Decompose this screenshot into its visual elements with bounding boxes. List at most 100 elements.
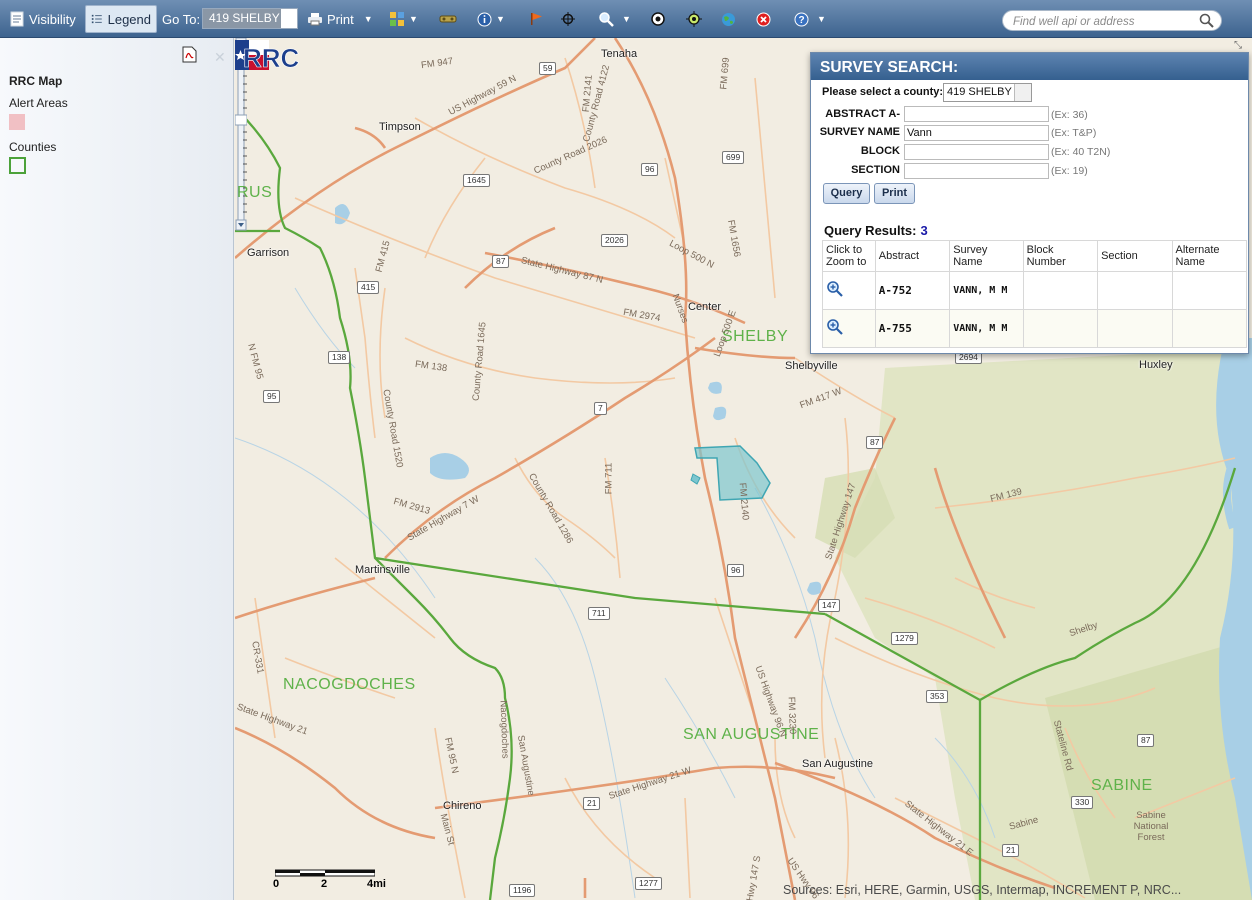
highway-shield: 711 [588,607,610,620]
locate-button[interactable] [686,5,702,33]
counties-swatch [9,157,26,174]
highway-shield: 95 [263,390,281,403]
print-label: Print [327,11,354,27]
county-prompt: Please select a county: [822,86,944,98]
goto-label: Go To: [162,11,201,27]
chevron-down-icon: ▼ [409,14,418,24]
survey-name-hint: (Ex: T&P) [1051,127,1097,139]
highway-shield: 96 [727,564,745,577]
county-label: SABINE [1091,777,1153,794]
chevron-down-icon: ▼ [496,14,505,24]
survey-search-panel: SURVEY SEARCH: Please select a county: 4… [810,52,1249,354]
abstract-cell: A-752 [874,271,951,310]
scale-label: 4mi [367,878,386,890]
town-label: San Augustine [802,758,873,770]
survey-name-cell: VANN, M M [949,309,1024,348]
pipeline-button[interactable] [439,5,457,33]
highway-shield: 138 [328,351,351,364]
legend-item-counties: Counties [9,140,57,154]
crosshair-button[interactable] [561,5,575,33]
legend-button[interactable]: Legend [85,5,157,33]
help-button[interactable]: ? ▼ [794,5,826,33]
town-label: Timpson [379,121,421,133]
highway-shield: 147 [818,599,841,612]
scale-label: 0 [273,878,280,890]
zoom-in-icon[interactable] [826,318,844,336]
scale-bar-graphic [275,869,375,877]
flag-button[interactable] [529,5,543,33]
section-field[interactable] [904,163,1049,179]
section-hint: (Ex: 19) [1051,165,1088,177]
alternate-name-cell [1171,271,1248,310]
svg-text:RRC: RRC [243,43,300,72]
basemap-button[interactable]: ▼ [389,5,418,33]
flag-icon [531,13,542,25]
svg-text:?: ? [798,15,804,26]
print-button[interactable]: Print ▼ [307,5,373,33]
pdf-icon[interactable] [181,46,198,63]
search-icon[interactable] [1199,13,1214,28]
globe-icon [722,12,735,26]
query-button[interactable]: Query [823,183,870,204]
globe-button[interactable] [721,5,736,33]
column-header: Block Number [1022,240,1099,272]
town-label: Center [688,301,722,313]
highway-shield: 87 [1137,734,1155,747]
section-cell [1097,271,1173,310]
goto-select[interactable]: 419 SHELBY [202,8,298,29]
resize-handle-icon[interactable]: ⤡ [1234,40,1242,51]
block-field[interactable] [904,144,1049,160]
forest-label: Sabine National Forest [1133,810,1169,843]
survey-name-cell: VANN, M M [949,271,1024,310]
print-survey-button[interactable]: Print [874,183,915,204]
info-icon [477,12,492,26]
magnifier-icon [599,12,614,27]
highway-shield: 1279 [891,632,918,645]
crosshair-icon [561,12,575,26]
block-cell [1022,271,1099,310]
chevron-down-icon: ▼ [363,14,373,24]
visibility-label: Visibility [29,11,76,27]
town-label: Chireno [443,800,482,812]
goto-value: 419 SHELBY [203,9,281,28]
section-cell [1097,309,1173,348]
identify-button[interactable]: ▼ [477,5,505,33]
pipeline-icon [439,15,457,23]
county-label: RUS [237,184,273,201]
clear-icon [756,12,771,26]
county-label: NACOGDOCHES [283,676,416,693]
section-label: SECTION [851,164,900,176]
printer-icon [308,13,322,26]
full-extent-button[interactable] [650,5,666,33]
abstract-field[interactable] [904,106,1049,122]
zoom-in-icon[interactable] [826,280,844,298]
county-value: 419 SHELBY [944,84,1014,101]
column-header: Survey Name [949,240,1024,272]
clear-button[interactable] [756,5,771,33]
zoom-to-cell [822,271,876,310]
zoom-tool-button[interactable]: ▼ [598,5,631,33]
map-attribution: Sources: Esri, HERE, Garmin, USGS, Inter… [783,883,1182,897]
legend-panel: ✕ RRC Map Alert Areas Counties [0,38,234,900]
county-select[interactable]: 419 SHELBY [943,83,1032,102]
help-icon: ? [794,12,809,26]
highway-shield: 21 [583,797,601,810]
gps-target-icon [686,11,702,27]
results-table: Click to Zoom to Abstract Survey Name Bl… [822,240,1248,348]
close-icon[interactable]: ✕ [214,49,226,66]
block-cell [1022,309,1099,348]
full-extent-icon [651,12,665,26]
zoom-to-cell [822,309,876,348]
scale-label: 2 [321,878,328,890]
well-search-input[interactable] [1011,13,1195,30]
highway-shield: 415 [357,281,380,294]
highway-shield: 96 [641,163,659,176]
county-label: SAN AUGUSTINE [683,726,820,743]
query-results-label: Query Results: [824,223,917,238]
visibility-button[interactable]: Visibility [10,5,76,33]
highway-shield: 353 [926,690,949,703]
highway-shield: 2026 [601,234,628,247]
highway-shield: 330 [1071,796,1094,809]
survey-name-field[interactable] [904,125,1049,141]
alternate-name-cell [1171,309,1248,348]
